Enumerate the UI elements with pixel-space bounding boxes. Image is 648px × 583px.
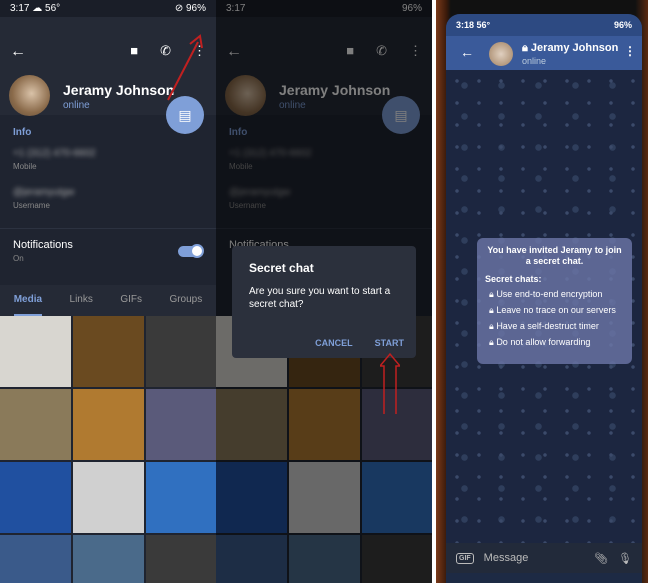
media-tabs: Media Links GIFs Groups — [0, 285, 216, 316]
media-thumbnail[interactable] — [146, 535, 216, 583]
media-thumbnail[interactable] — [0, 462, 71, 533]
back-arrow-icon[interactable]: ← — [460, 44, 474, 60]
tab-links[interactable]: Links — [70, 294, 93, 316]
avatar[interactable] — [489, 42, 513, 66]
lock-icon: 🔒︎ — [489, 337, 494, 347]
media-thumbnail[interactable] — [0, 389, 71, 460]
lock-icon: 🔒︎ — [489, 305, 494, 315]
message-input[interactable]: GIF Message 📎︎ 🎙︎ — [446, 543, 642, 573]
media-thumbnail[interactable] — [146, 316, 216, 387]
lock-icon: 🔒︎ — [522, 42, 528, 54]
chat-icon: ▤ — [178, 106, 192, 123]
lock-icon: 🔒︎ — [489, 289, 494, 299]
message-placeholder[interactable]: Message — [484, 552, 584, 564]
phone-label: Mobile — [13, 162, 37, 171]
media-thumbnail[interactable] — [146, 462, 216, 533]
media-thumbnail[interactable] — [73, 389, 144, 460]
media-thumbnail[interactable] — [0, 316, 71, 387]
gif-button[interactable]: GIF — [456, 552, 474, 564]
chat-title: Jeramy Johnson — [530, 42, 619, 54]
tab-gifs[interactable]: GIFs — [120, 294, 142, 316]
lock-icon: 🔒︎ — [489, 321, 494, 331]
dialog-panel: 3:1796% ← ■✆⋮ Jeramy Johnson online ▤ In… — [216, 0, 432, 583]
media-thumbnail[interactable] — [73, 316, 144, 387]
media-thumbnail[interactable] — [73, 535, 144, 583]
start-button[interactable]: START — [375, 338, 404, 348]
annotation-arrow — [167, 34, 203, 101]
microphone-icon[interactable]: 🎙︎ — [618, 552, 632, 565]
annotation-arrow — [380, 352, 400, 414]
secret-chat-info-card: You have invited Jeramy to join a secret… — [477, 238, 632, 364]
attach-icon[interactable]: 📎︎ — [594, 552, 608, 565]
media-thumbnail[interactable] — [146, 389, 216, 460]
contact-name: Jeramy Johnson — [63, 82, 175, 98]
username[interactable]: @jeramyutgw — [13, 187, 203, 198]
cancel-button[interactable]: CANCEL — [315, 338, 353, 348]
tab-media[interactable]: Media — [13, 294, 43, 316]
username-label: Username — [13, 201, 50, 210]
media-thumbnail[interactable] — [73, 462, 144, 533]
video-call-icon[interactable]: ■ — [130, 43, 138, 59]
notifications-label: Notifications — [13, 239, 73, 251]
avatar[interactable] — [9, 75, 50, 116]
secret-chat-dialog: Secret chat Are you sure you want to sta… — [232, 246, 416, 358]
dialog-title: Secret chat — [249, 261, 314, 275]
feature-item: Do not allow forwarding — [496, 337, 591, 347]
feature-item: Use end-to-end encryption — [496, 289, 603, 299]
feature-item: Leave no trace on our servers — [496, 305, 616, 315]
phone-number[interactable]: +1 (312) 470-6602 — [13, 148, 203, 159]
more-menu-icon[interactable]: ⋮ — [624, 44, 636, 58]
feature-item: Have a self-destruct timer — [496, 321, 599, 331]
contact-status: online — [63, 100, 90, 111]
notifications-row[interactable]: Notifications On — [0, 228, 216, 276]
notifications-toggle[interactable] — [178, 244, 204, 258]
tab-groups[interactable]: Groups — [169, 294, 202, 316]
notifications-state: On — [13, 254, 24, 263]
chat-status: online — [522, 56, 547, 66]
dialog-message: Are you sure you want to start a secret … — [249, 286, 391, 310]
media-grid — [0, 316, 216, 583]
media-thumbnail[interactable] — [0, 535, 71, 583]
status-bar: 3:18 56° 96% — [446, 14, 642, 36]
back-arrow-icon[interactable]: ← — [10, 43, 26, 61]
invite-message: You have invited Jeramy to join a secret… — [487, 245, 622, 266]
profile-panel: 3:17 ☁ 56° ⊘ 96% ← ■ ✆ ⋮ Jeramy Johnson onl… — [0, 0, 216, 583]
status-bar: 3:17 ☁ 56° ⊘ 96% — [0, 0, 216, 17]
features-heading: Secret chats: — [485, 274, 542, 284]
secret-chat-photo: 3:18 56° 96% ← 🔒︎ Jeramy Johnson online ⋮… — [436, 0, 648, 583]
